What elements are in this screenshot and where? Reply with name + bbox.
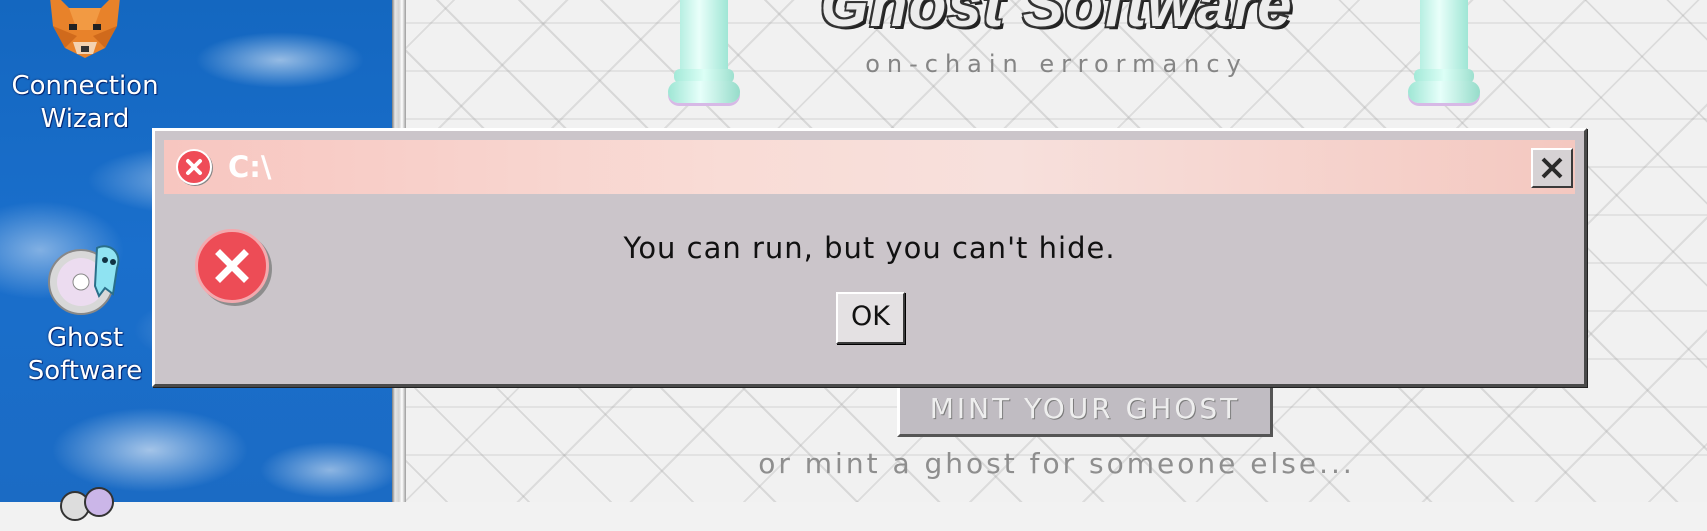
desktop-icon-label-line2: Wizard [40, 104, 130, 134]
desktop-icon-connection-wizard[interactable]: Connection Wizard [0, 0, 170, 136]
desktop-icon-partial[interactable] [40, 482, 130, 531]
error-icon [176, 149, 212, 185]
error-dialog: C:\ You can run, but you can't hide. OK [152, 128, 1587, 387]
ok-button[interactable]: OK [836, 292, 905, 344]
partial-icon [60, 487, 114, 521]
ghost-cd-icon [45, 238, 125, 318]
desktop-icon-label-line1: Connection [11, 71, 159, 101]
close-button[interactable] [1531, 148, 1573, 188]
dialog-titlebar[interactable]: C:\ [164, 140, 1575, 194]
dialog-title: C:\ [228, 150, 272, 184]
page-title: Ghost Software [820, 0, 1293, 40]
fox-icon [45, 0, 125, 66]
close-icon [1541, 157, 1563, 179]
mint-for-someone-link[interactable]: or mint a ghost for someone else... [406, 447, 1707, 480]
dialog-message: You can run, but you can't hide. [623, 231, 1116, 265]
page-subtitle: on-chain errormancy [865, 50, 1248, 78]
mint-ghost-button[interactable]: MINT YOUR GHOST [897, 383, 1273, 437]
desktop-icon-ghost-software[interactable]: Ghost Software [0, 238, 170, 388]
desktop-icon-label-line2: Software [27, 356, 143, 386]
desktop-icon-label-line1: Ghost [46, 323, 124, 353]
